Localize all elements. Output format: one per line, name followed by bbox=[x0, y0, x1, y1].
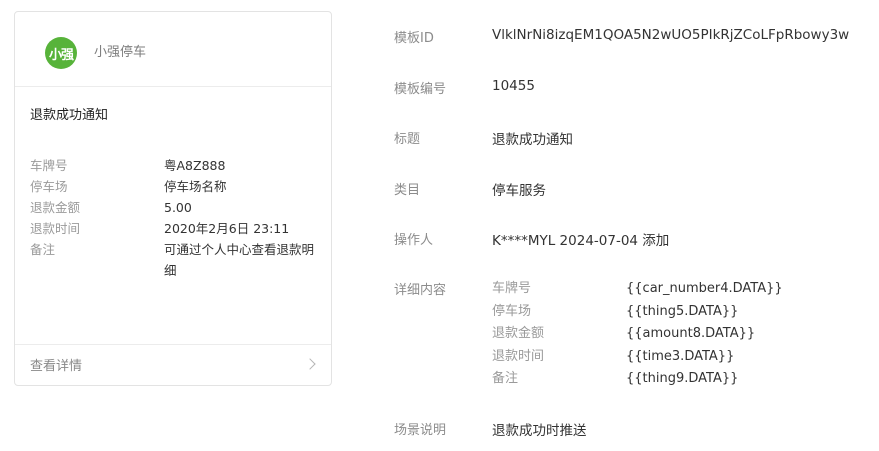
field-value: 5.00 bbox=[164, 200, 192, 215]
scene-value: 退款成功时推送 bbox=[492, 423, 587, 439]
chevron-right-icon bbox=[304, 358, 316, 370]
field-row: 备注 可通过个人中心查看退款明细 bbox=[30, 239, 320, 281]
detail-placeholder: {{car_number4.DATA}} bbox=[626, 281, 783, 296]
field-label: 车牌号 bbox=[30, 158, 68, 173]
field-row: 停车场 停车场名称 bbox=[30, 176, 320, 197]
detail-row: 退款金额 {{amount8.DATA}} bbox=[492, 323, 783, 346]
view-details-label: 查看详情 bbox=[30, 359, 83, 374]
detail-key: 停车场 bbox=[492, 303, 532, 319]
detail-placeholder: {{time3.DATA}} bbox=[626, 348, 735, 364]
template-no-value: 10455 bbox=[492, 78, 535, 94]
card-fields: 车牌号 粤A8Z888 停车场 停车场名称 退款金额 5.00 退款时间 202… bbox=[30, 155, 320, 281]
field-label: 备注 bbox=[30, 242, 56, 257]
field-label: 停车场 bbox=[30, 179, 68, 194]
field-value: 可通过个人中心查看退款明细 bbox=[164, 242, 315, 278]
card-title: 退款成功通知 bbox=[30, 108, 109, 123]
field-value: 2020年2月6日 23:11 bbox=[164, 221, 290, 236]
detail-placeholder: {{thing9.DATA}} bbox=[626, 371, 739, 386]
field-value: 停车场名称 bbox=[164, 179, 227, 194]
field-row: 退款金额 5.00 bbox=[30, 197, 320, 218]
detail-key: 备注 bbox=[492, 371, 519, 386]
template-id-label: 模板ID bbox=[394, 31, 434, 46]
field-row: 退款时间 2020年2月6日 23:11 bbox=[30, 218, 320, 239]
detail-row: 备注 {{thing9.DATA}} bbox=[492, 368, 783, 391]
brand-name: 小强停车 bbox=[94, 45, 147, 60]
detail-key: 退款金额 bbox=[492, 326, 545, 341]
detail-key: 车牌号 bbox=[492, 281, 532, 296]
message-preview-card: 小强 小强停车 退款成功通知 车牌号 粤A8Z888 停车场 停车场名称 退款金… bbox=[14, 11, 332, 386]
detail-row: 车牌号 {{car_number4.DATA}} bbox=[492, 278, 783, 301]
detail-row: 停车场 {{thing5.DATA}} bbox=[492, 301, 783, 324]
title-label: 标题 bbox=[394, 132, 421, 147]
scene-label: 场景说明 bbox=[394, 423, 447, 438]
template-id-value: VlklNrNi8izqEM1QOA5N2wUO5PIkRjZCoLFpRbow… bbox=[492, 27, 850, 43]
detail-row: 退款时间 {{time3.DATA}} bbox=[492, 346, 783, 369]
detail-key: 退款时间 bbox=[492, 348, 545, 364]
field-value: 粤A8Z888 bbox=[164, 158, 226, 173]
view-details-link[interactable]: 查看详情 bbox=[15, 344, 331, 385]
category-label: 类目 bbox=[394, 183, 421, 198]
card-header: 小强 小强停车 bbox=[15, 12, 331, 87]
detail-placeholder: {{amount8.DATA}} bbox=[626, 326, 756, 341]
details-label: 详细内容 bbox=[394, 283, 447, 298]
field-label: 退款金额 bbox=[30, 200, 81, 215]
field-label: 退款时间 bbox=[30, 221, 81, 236]
category-value: 停车服务 bbox=[492, 183, 546, 199]
detail-placeholder: {{thing5.DATA}} bbox=[626, 303, 739, 319]
details-list: 车牌号 {{car_number4.DATA}} 停车场 {{thing5.DA… bbox=[492, 278, 783, 391]
title-value: 退款成功通知 bbox=[492, 132, 573, 148]
operator-label: 操作人 bbox=[394, 233, 434, 248]
template-no-label: 模板编号 bbox=[394, 82, 447, 97]
brand-logo: 小强 bbox=[45, 37, 77, 69]
operator-value: K****MYL 2024-07-04 添加 bbox=[492, 233, 670, 249]
field-row: 车牌号 粤A8Z888 bbox=[30, 155, 320, 176]
